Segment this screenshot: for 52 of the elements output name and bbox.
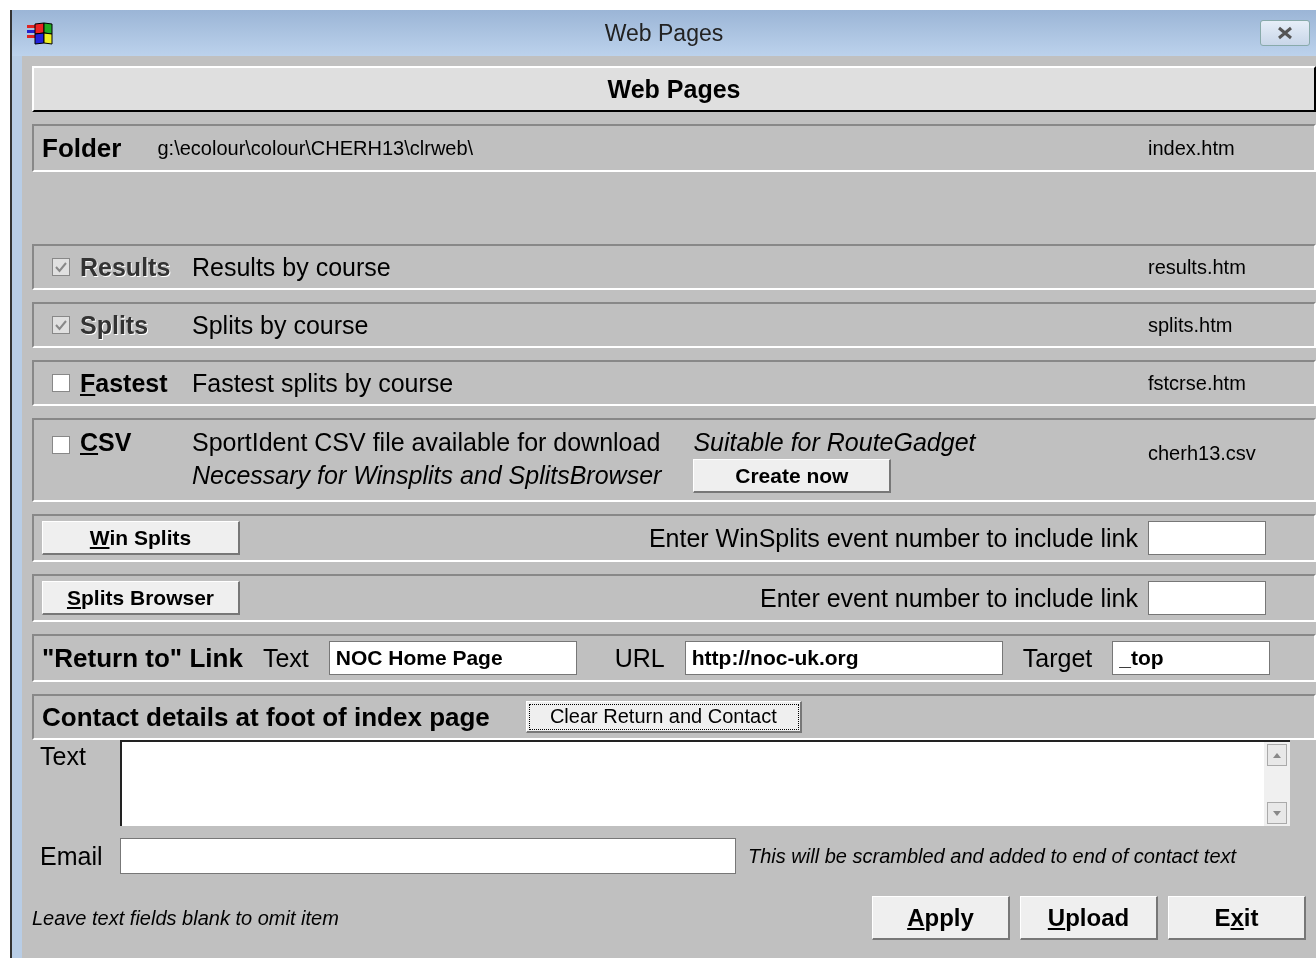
scroll-up-icon[interactable]: [1267, 744, 1287, 766]
csv-note: Necessary for Winsplits and SplitsBrowser: [192, 461, 662, 490]
folder-path: g:\ecolour\colour\CHERH13\clrweb\: [157, 136, 474, 160]
page-description: Results by course: [192, 252, 391, 282]
close-icon: [1275, 26, 1295, 40]
text-label: Text: [40, 742, 87, 771]
return-link-label: "Return to" Link: [42, 642, 243, 674]
target-field[interactable]: _top: [1112, 641, 1271, 675]
flag-icon: [26, 21, 54, 45]
scroll-down-icon[interactable]: [1267, 802, 1287, 824]
folder-label: Folder: [42, 132, 122, 164]
scrollbar[interactable]: [1264, 742, 1290, 826]
link-button[interactable]: Splits Browser: [42, 581, 240, 615]
dialog-button[interactable]: Upload: [1020, 896, 1158, 940]
clear-button[interactable]: Clear Return and Contact: [525, 701, 802, 733]
close-button[interactable]: [1260, 20, 1310, 46]
email-field[interactable]: [120, 838, 736, 874]
footer-note: Leave text fields blank to omit item: [32, 906, 339, 930]
page-label: Fastest: [80, 368, 169, 398]
link-prompt: Enter WinSplits event number to include link: [648, 523, 1138, 553]
checkbox[interactable]: [52, 374, 70, 392]
contact-label: Contact details at foot of index page: [42, 701, 490, 733]
link-text-field[interactable]: NOC Home Page: [328, 641, 577, 675]
checkbox[interactable]: [52, 436, 70, 454]
file-name: splits.htm: [1148, 313, 1234, 337]
dialog-button[interactable]: Exit: [1168, 896, 1306, 940]
event-number-field[interactable]: [1148, 581, 1266, 615]
link-button[interactable]: Win Splits: [42, 521, 240, 555]
page-description: Fastest splits by course: [192, 368, 454, 398]
heading-bar: Web Pages: [32, 66, 1316, 112]
page-label: Splits: [80, 310, 150, 340]
page-label: Results: [80, 252, 172, 282]
file-name: fstcrse.htm: [1148, 371, 1247, 395]
email-label: Email: [40, 841, 104, 871]
target-label: Target: [1022, 643, 1093, 673]
file-name: index.htm: [1148, 136, 1236, 160]
url-label: URL: [614, 643, 665, 673]
routegadget-note: Suitable for RouteGadget: [693, 428, 976, 457]
create-now-button[interactable]: Create now: [693, 459, 892, 493]
contact-text-area[interactable]: [120, 740, 1290, 826]
url-field[interactable]: http://noc-uk.org: [684, 641, 1003, 675]
link-prompt: Enter event number to include link: [760, 583, 1138, 613]
email-note: This will be scrambled and added to end of contact text: [748, 844, 1237, 868]
csv-label: CSV: [80, 428, 133, 457]
dialog-button[interactable]: Apply: [872, 896, 1010, 940]
text-label: Text: [262, 643, 309, 673]
csv-description: SportIdent CSV file available for download: [192, 428, 662, 457]
page-description: Splits by course: [192, 310, 369, 340]
window-title: Web Pages: [603, 19, 725, 47]
event-number-field[interactable]: [1148, 521, 1266, 555]
file-name: results.htm: [1148, 255, 1247, 279]
file-name: cherh13.csv: [1148, 442, 1257, 465]
